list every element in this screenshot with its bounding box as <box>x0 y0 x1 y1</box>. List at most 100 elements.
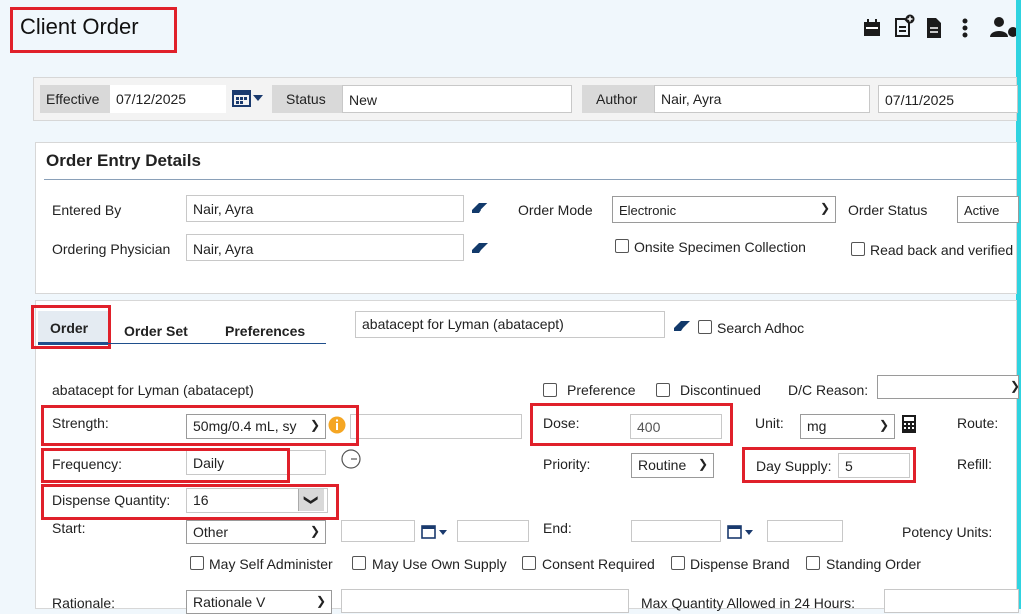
order-mode-value: Electronic <box>619 203 677 218</box>
dispense-qty-label: Dispense Quantity: <box>52 492 171 508</box>
start-label: Start: <box>52 520 86 536</box>
end-date-field[interactable] <box>631 520 721 542</box>
info-icon[interactable] <box>328 416 346 434</box>
effective-label: Effective <box>46 91 100 107</box>
priority-select[interactable]: Routine ❯ <box>631 453 714 478</box>
eraser-icon[interactable] <box>471 202 489 214</box>
calculator-icon[interactable] <box>902 415 916 433</box>
start-select[interactable]: Other ❯ <box>186 520 326 544</box>
route-label: Route: <box>957 415 999 431</box>
medication-name: abatacept for Lyman (abatacept) <box>52 382 254 398</box>
order-mode-select[interactable]: Electronic ❯ <box>612 196 836 223</box>
unit-value: mg <box>807 418 827 434</box>
strength-select[interactable]: 50mg/0.4 mL, sy ❯ <box>186 414 326 439</box>
standing-order-checkbox[interactable] <box>806 556 820 570</box>
start-value: Other <box>193 524 229 540</box>
calendar-dropdown-icon[interactable] <box>232 88 264 108</box>
eraser-icon[interactable] <box>673 320 691 332</box>
consent-required-checkbox[interactable] <box>522 556 536 570</box>
chevron-down-icon: ❯ <box>1009 379 1019 393</box>
may-self-administer-checkbox[interactable] <box>190 556 204 570</box>
add-document-icon[interactable] <box>894 14 916 38</box>
entered-by-field: Nair, Ayra <box>186 195 464 222</box>
tab-preferences[interactable]: Preferences <box>225 323 305 339</box>
chevron-down-icon: ❯ <box>819 201 830 215</box>
ordering-physician-field: Nair, Ayra <box>186 234 464 261</box>
tabs-baseline <box>108 343 326 344</box>
eraser-icon[interactable] <box>471 242 489 254</box>
consent-required-label: Consent Required <box>542 556 655 572</box>
start-date-field[interactable] <box>341 520 415 542</box>
clock-icon[interactable] <box>341 449 361 469</box>
ordering-physician-label: Ordering Physician <box>52 241 171 257</box>
may-use-own-supply-label: May Use Own Supply <box>372 556 507 572</box>
user-settings-icon[interactable] <box>990 16 1018 38</box>
refill-label: Refill: <box>957 456 993 472</box>
author-label: Author <box>596 91 638 107</box>
entered-by-label: Entered By <box>52 202 122 218</box>
rationale-value: Rationale V <box>193 594 266 610</box>
onsite-specimen-checkbox[interactable] <box>615 239 629 253</box>
chevron-down-icon: ❯ <box>878 418 889 432</box>
dispense-brand-label: Dispense Brand <box>690 556 790 572</box>
frequency-label: Frequency: <box>52 456 123 472</box>
search-adhoc-checkbox[interactable] <box>698 320 712 334</box>
chevron-down-icon: ❯ <box>697 457 708 471</box>
may-self-administer-label: May Self Administer <box>209 556 333 572</box>
dispense-qty-value: 16 <box>193 492 209 508</box>
dose-label: Dose: <box>543 415 580 431</box>
document-icon[interactable] <box>926 17 942 39</box>
onsite-specimen-label: Onsite Specimen Collection <box>634 239 806 255</box>
day-supply-field[interactable]: 5 <box>838 453 910 478</box>
discontinued-checkbox[interactable] <box>656 383 670 397</box>
status-label: Status <box>286 91 326 107</box>
order-status-field[interactable]: Active <box>957 196 1019 223</box>
rationale-text-field[interactable] <box>341 589 629 613</box>
read-back-checkbox[interactable] <box>851 242 865 256</box>
priority-label: Priority: <box>543 456 591 472</box>
calendar-icon[interactable] <box>862 18 882 38</box>
strength-extra-field[interactable] <box>350 414 522 439</box>
standing-order-label: Standing Order <box>826 556 921 572</box>
preference-label: Preference <box>567 382 636 398</box>
end-time-field[interactable] <box>767 520 843 542</box>
day-supply-label: Day Supply: <box>756 458 832 474</box>
priority-value: Routine <box>638 457 687 473</box>
end-label: End: <box>543 520 572 536</box>
effective-date-field[interactable]: 07/12/2025 <box>110 85 226 113</box>
dose-field[interactable]: 400 <box>630 414 722 439</box>
calendar-dropdown-icon[interactable] <box>421 524 453 540</box>
strength-value: 50mg/0.4 mL, sy <box>193 418 297 434</box>
discontinued-label: Discontinued <box>680 382 761 398</box>
order-mode-label: Order Mode <box>518 202 593 218</box>
order-status-label: Order Status <box>848 202 928 218</box>
tab-order-underline <box>38 342 108 345</box>
more-vertical-icon[interactable] <box>962 18 968 38</box>
chevron-down-icon: ❯ <box>307 418 320 432</box>
tab-order[interactable]: Order <box>50 320 88 336</box>
order-search-input[interactable]: abatacept for Lyman (abatacept) <box>355 311 665 338</box>
read-back-label: Read back and verified <box>870 242 1014 258</box>
strength-label: Strength: <box>52 415 109 431</box>
potency-units-label: Potency Units: <box>902 524 993 540</box>
calendar-dropdown-icon[interactable] <box>727 524 759 540</box>
search-adhoc-label: Search Adhoc <box>717 320 805 336</box>
dispense-brand-checkbox[interactable] <box>671 556 685 570</box>
author-field: Nair, Ayra <box>654 85 870 113</box>
unit-label: Unit: <box>755 415 784 431</box>
dispense-qty-dropdown[interactable]: ❯ <box>298 489 324 511</box>
rationale-select[interactable]: Rationale V ❯ <box>186 590 332 614</box>
unit-select[interactable]: mg ❯ <box>800 414 895 439</box>
page-title: Client Order <box>20 14 139 39</box>
tab-order-set[interactable]: Order Set <box>124 323 188 339</box>
dc-reason-select[interactable]: ❯ <box>877 375 1019 399</box>
may-use-own-supply-checkbox[interactable] <box>352 556 366 570</box>
dc-reason-label: D/C Reason: <box>788 382 869 398</box>
chevron-down-icon: ❯ <box>309 524 320 538</box>
frequency-field[interactable]: Daily <box>186 450 326 475</box>
preference-checkbox[interactable] <box>543 383 557 397</box>
start-time-field[interactable] <box>457 520 529 542</box>
max-quantity-field[interactable] <box>884 589 1019 613</box>
author-date-field: 07/11/2025 <box>878 85 1018 113</box>
order-entry-title: Order Entry Details <box>46 151 201 170</box>
